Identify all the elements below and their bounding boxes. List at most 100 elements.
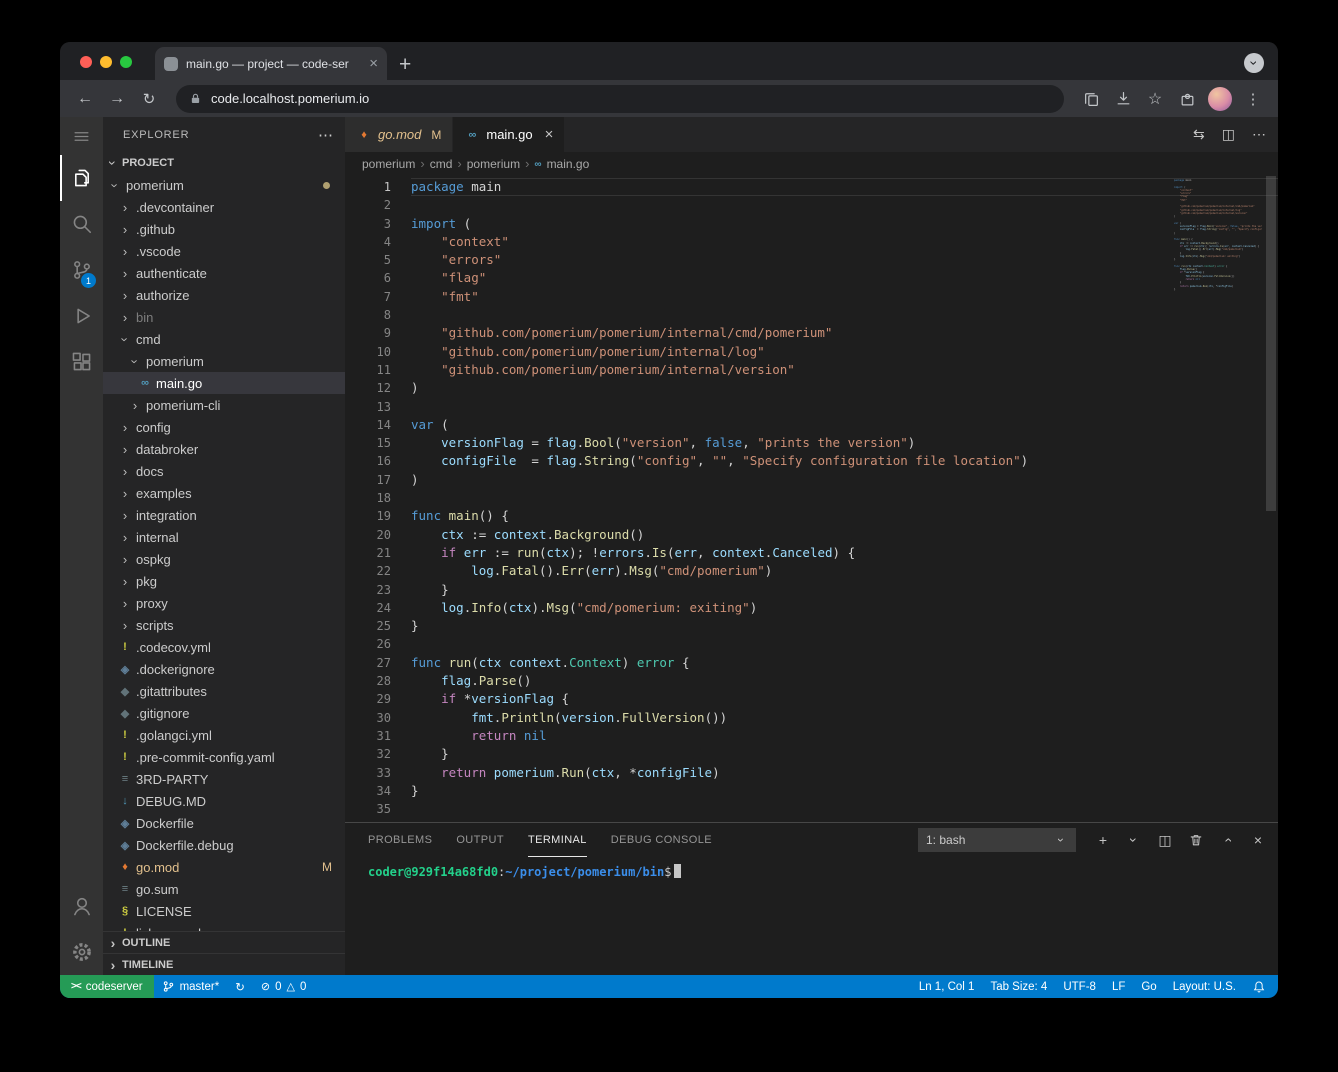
- panel-tab-terminal[interactable]: TERMINAL: [528, 823, 587, 857]
- line-number[interactable]: 29: [345, 690, 391, 708]
- tree-item-LICENSE[interactable]: §LICENSE: [103, 900, 345, 922]
- line-number[interactable]: 35: [345, 800, 391, 818]
- panel-tab-problems[interactable]: PROBLEMS: [368, 823, 432, 857]
- tree-item-go.sum[interactable]: ≡go.sum: [103, 878, 345, 900]
- code-line[interactable]: 9 "github.com/pomerium/pomerium/internal…: [345, 324, 1278, 342]
- line-number[interactable]: 10: [345, 343, 391, 361]
- line-number[interactable]: 5: [345, 251, 391, 269]
- code-line[interactable]: 32 }: [345, 745, 1278, 763]
- menu-button[interactable]: [60, 117, 103, 155]
- breadcrumb-item[interactable]: pomerium: [362, 157, 415, 171]
- tree-item-databroker[interactable]: ›databroker: [103, 438, 345, 460]
- bookmark-star-icon[interactable]: ☆: [1140, 85, 1170, 113]
- line-number[interactable]: 23: [345, 581, 391, 599]
- tree-item-ospkg[interactable]: ›ospkg: [103, 548, 345, 570]
- code-line[interactable]: 4 "context": [345, 233, 1278, 251]
- code-line[interactable]: 16 configFile = flag.String("config", ""…: [345, 452, 1278, 470]
- tree-item-.dockerignore[interactable]: ◈.dockerignore: [103, 658, 345, 680]
- search-button[interactable]: [60, 201, 103, 247]
- tree-item-.gitattributes[interactable]: ◆.gitattributes: [103, 680, 345, 702]
- line-number[interactable]: 28: [345, 672, 391, 690]
- close-panel-icon[interactable]: ×: [1250, 832, 1266, 848]
- line-number[interactable]: 26: [345, 635, 391, 653]
- split-editor-icon[interactable]: ◫: [1222, 126, 1235, 143]
- encoding-item[interactable]: UTF-8: [1055, 975, 1104, 998]
- line-number[interactable]: 14: [345, 416, 391, 434]
- project-section-header[interactable]: › PROJECT: [103, 152, 345, 174]
- kill-terminal-icon[interactable]: [1188, 833, 1204, 847]
- tree-item-main.go[interactable]: ∞main.go: [103, 372, 345, 394]
- tree-item-authenticate[interactable]: ›authenticate: [103, 262, 345, 284]
- line-number[interactable]: 34: [345, 782, 391, 800]
- minimize-window-button[interactable]: [100, 56, 112, 68]
- extensions-button[interactable]: [60, 339, 103, 385]
- code-line[interactable]: 10 "github.com/pomerium/pomerium/interna…: [345, 343, 1278, 361]
- line-number[interactable]: 33: [345, 764, 391, 782]
- editor-scrollbar-thumb[interactable]: [1266, 176, 1276, 511]
- keyboard-layout-item[interactable]: Layout: U.S.: [1165, 975, 1244, 998]
- code-line[interactable]: 3import (: [345, 215, 1278, 233]
- line-number[interactable]: 31: [345, 727, 391, 745]
- tree-item-authorize[interactable]: ›authorize: [103, 284, 345, 306]
- tree-item-Dockerfile[interactable]: ◈Dockerfile: [103, 812, 345, 834]
- sync-button[interactable]: ↻: [227, 975, 253, 998]
- code-line[interactable]: 23 }: [345, 581, 1278, 599]
- line-number[interactable]: 1: [345, 178, 391, 196]
- code-line[interactable]: 27func run(ctx context.Context) error {: [345, 654, 1278, 672]
- tree-item-Dockerfile.debug[interactable]: ◈Dockerfile.debug: [103, 834, 345, 856]
- tree-item-.gitignore[interactable]: ◆.gitignore: [103, 702, 345, 724]
- breadcrumb-item[interactable]: main.go: [547, 157, 590, 171]
- language-item[interactable]: Go: [1133, 975, 1164, 998]
- explorer-button[interactable]: [60, 155, 103, 201]
- line-number[interactable]: 16: [345, 452, 391, 470]
- line-number[interactable]: 20: [345, 526, 391, 544]
- line-number[interactable]: 3: [345, 215, 391, 233]
- problems-item[interactable]: ⊘ 0 △ 0: [253, 975, 315, 998]
- panel-tab-debug-console[interactable]: DEBUG CONSOLE: [611, 823, 712, 857]
- line-number[interactable]: 19: [345, 507, 391, 525]
- code-line[interactable]: 31 return nil: [345, 727, 1278, 745]
- code-line[interactable]: 1package main: [345, 178, 1278, 196]
- code-line[interactable]: 24 log.Info(ctx).Msg("cmd/pomerium: exit…: [345, 599, 1278, 617]
- line-number[interactable]: 17: [345, 471, 391, 489]
- tree-item-DEBUG.MD[interactable]: ↓DEBUG.MD: [103, 790, 345, 812]
- tree-item-pomerium[interactable]: ›pomerium: [103, 174, 345, 196]
- code-line[interactable]: 29 if *versionFlag {: [345, 690, 1278, 708]
- code-line[interactable]: 35: [345, 800, 1278, 818]
- breadcrumb-item[interactable]: cmd: [430, 157, 453, 171]
- git-branch-item[interactable]: master*: [154, 975, 228, 998]
- line-number[interactable]: 22: [345, 562, 391, 580]
- code-line[interactable]: 22 log.Fatal().Err(err).Msg("cmd/pomeriu…: [345, 562, 1278, 580]
- line-number[interactable]: 6: [345, 269, 391, 287]
- line-number[interactable]: 8: [345, 306, 391, 324]
- line-number[interactable]: 32: [345, 745, 391, 763]
- new-terminal-icon[interactable]: +: [1095, 832, 1111, 848]
- breadcrumb-item[interactable]: pomerium: [467, 157, 520, 171]
- code-line[interactable]: 5 "errors": [345, 251, 1278, 269]
- maximize-panel-icon[interactable]: ›: [1220, 832, 1234, 848]
- account-button[interactable]: [60, 883, 103, 929]
- eol-item[interactable]: LF: [1104, 975, 1133, 998]
- notifications-bell-icon[interactable]: [1244, 975, 1278, 998]
- line-number[interactable]: 24: [345, 599, 391, 617]
- line-number[interactable]: 2: [345, 196, 391, 214]
- code-line[interactable]: 2: [345, 196, 1278, 214]
- line-number[interactable]: 27: [345, 654, 391, 672]
- tree-item-integration[interactable]: ›integration: [103, 504, 345, 526]
- browser-tab[interactable]: main.go — project — code-ser ×: [155, 47, 387, 80]
- tree-item-.vscode[interactable]: ›.vscode: [103, 240, 345, 262]
- line-number[interactable]: 30: [345, 709, 391, 727]
- editor-more-actions-icon[interactable]: ⋯: [1252, 126, 1266, 143]
- explorer-more-actions-icon[interactable]: ⋯: [318, 126, 333, 144]
- line-number[interactable]: 18: [345, 489, 391, 507]
- profile-avatar[interactable]: [1208, 87, 1232, 111]
- editor-tab-go.mod[interactable]: ♦go.modM: [345, 117, 453, 152]
- tree-item-.github[interactable]: ›.github: [103, 218, 345, 240]
- code-line[interactable]: 14var (: [345, 416, 1278, 434]
- tree-item-.codecov.yml[interactable]: !.codecov.yml: [103, 636, 345, 658]
- tree-item-pkg[interactable]: ›pkg: [103, 570, 345, 592]
- tree-item-.golangci.yml[interactable]: !.golangci.yml: [103, 724, 345, 746]
- tab-search-button[interactable]: ›: [1244, 53, 1264, 73]
- close-window-button[interactable]: [80, 56, 92, 68]
- split-terminal-icon[interactable]: ◫: [1157, 832, 1173, 849]
